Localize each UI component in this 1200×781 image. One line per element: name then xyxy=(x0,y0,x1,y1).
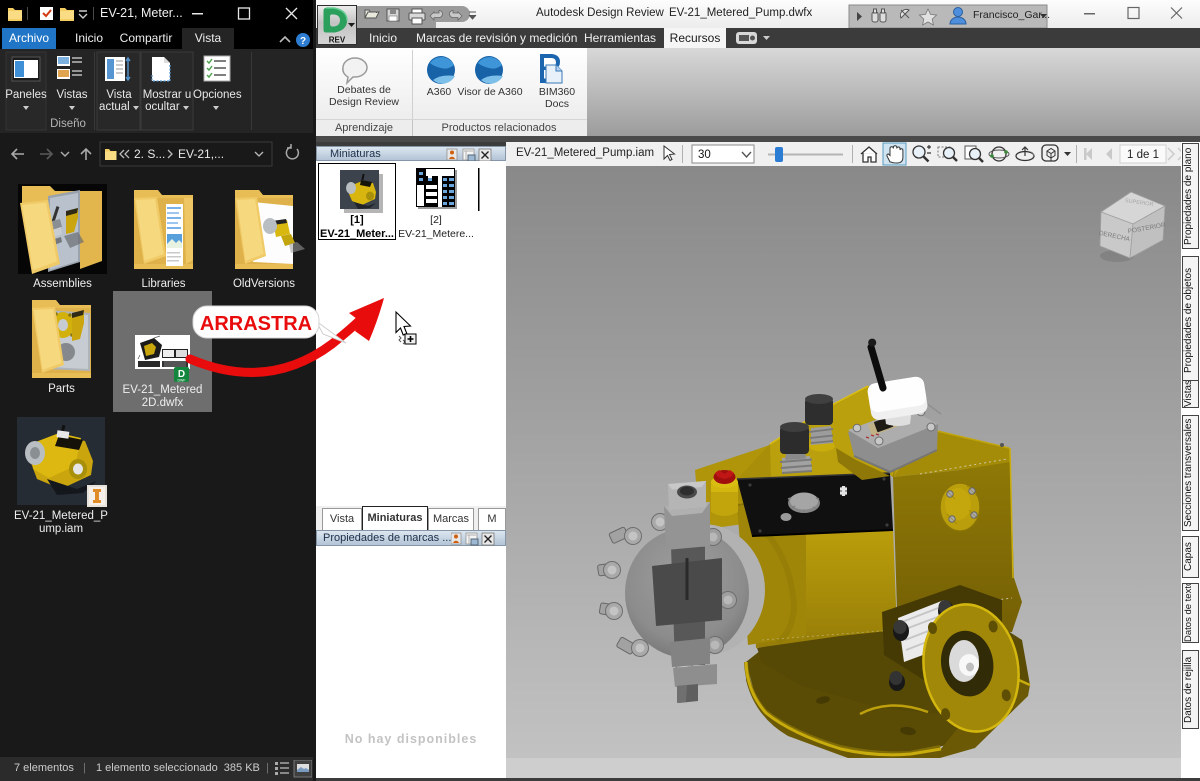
svg-text:?: ? xyxy=(300,36,306,47)
svg-text:1 de 1: 1 de 1 xyxy=(1127,149,1159,161)
svg-text:30: 30 xyxy=(698,149,711,161)
svg-text:DWF: DWF xyxy=(178,379,186,383)
svg-text:REV: REV xyxy=(329,36,346,45)
